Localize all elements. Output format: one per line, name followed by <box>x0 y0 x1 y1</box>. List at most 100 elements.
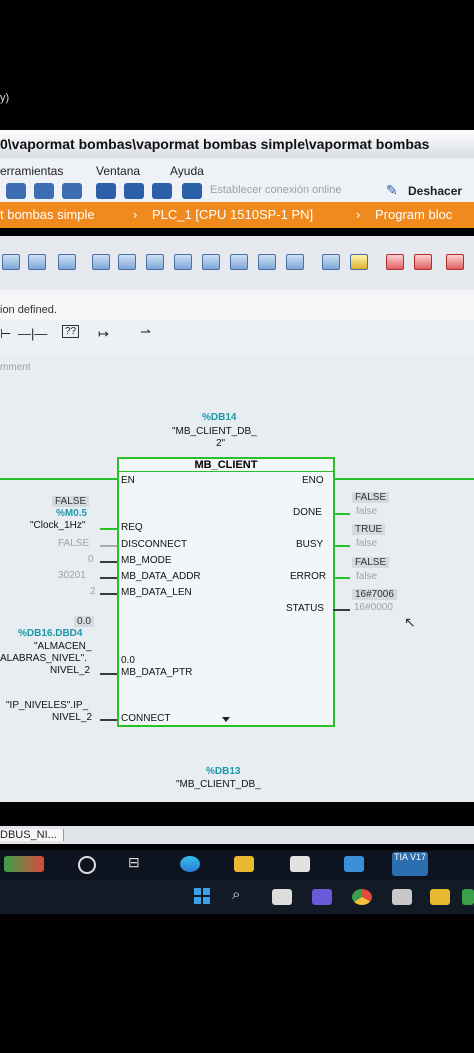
editor-tool-icon[interactable] <box>146 254 164 270</box>
edge-icon[interactable] <box>180 856 200 872</box>
tia-portal-label: TIA V17 <box>393 852 427 862</box>
ptr-address[interactable]: %DB16.DBD4 <box>18 628 82 639</box>
toolbar-icon-1[interactable] <box>6 183 26 199</box>
teams-icon[interactable] <box>312 889 332 905</box>
pin-status: STATUS <box>286 603 324 614</box>
instance-db2-address[interactable]: %DB13 <box>206 766 240 777</box>
window-title-bar: 0\vapormat bombas\vapormat bombas simple… <box>0 130 474 158</box>
widget-icon[interactable] <box>4 856 44 872</box>
pin-eno: ENO <box>302 475 324 486</box>
task-view-icon[interactable] <box>272 889 292 905</box>
expand-arrow-icon[interactable] <box>222 717 230 722</box>
editor-tool-icon[interactable] <box>202 254 220 270</box>
mb-data-len-value[interactable]: 2 <box>90 586 96 597</box>
ptr-monitor-value: 0.0 <box>74 616 94 627</box>
disconnect-value[interactable]: FALSE <box>58 538 89 549</box>
editor-tool-icon[interactable] <box>118 254 136 270</box>
done-monitor-value: FALSE <box>352 492 390 503</box>
instance-db2-name[interactable]: "MB_CLIENT_DB_ <box>176 779 261 790</box>
breadcrumb-item-project[interactable]: t bombas simple <box>0 202 95 228</box>
menu-bar: erramientas Ventana Ayuda Establecer con… <box>0 158 474 202</box>
pin-connect: CONNECT <box>121 713 171 724</box>
toolbar-icon-2[interactable] <box>34 183 54 199</box>
toolbar-icon-3[interactable] <box>62 183 82 199</box>
editor-tool-icon[interactable] <box>28 254 46 270</box>
editor-tool-icon[interactable] <box>58 254 76 270</box>
cortana-icon[interactable] <box>78 856 96 874</box>
error-monitor-value: FALSE <box>352 557 390 568</box>
edit-icon[interactable] <box>350 254 368 270</box>
status-monitor-value: 16#7006 <box>352 589 397 600</box>
editor-tool-icon[interactable] <box>258 254 276 270</box>
store-icon[interactable] <box>290 856 310 872</box>
window-title: 0\vapormat bombas\vapormat bombas simple… <box>0 136 430 152</box>
no-contact-icon[interactable]: ⊢ <box>0 326 11 342</box>
top-fragment-text: y) <box>0 92 10 104</box>
chrome-icon[interactable] <box>352 889 372 905</box>
breadcrumb-item-plc[interactable]: PLC_1 [CPU 1510SP-1 PN] <box>152 202 313 228</box>
mb-data-addr-value[interactable]: 30201 <box>58 570 86 581</box>
app-icon[interactable] <box>392 889 412 905</box>
monitor-off-icon[interactable] <box>414 254 432 270</box>
editor-tool-icon[interactable] <box>322 254 340 270</box>
req-address[interactable]: %M0.5 <box>56 508 87 519</box>
toolbar-icon-6[interactable] <box>152 183 172 199</box>
network-comment: mment <box>0 362 31 373</box>
task-view-icon[interactable]: ⊟ <box>128 854 140 871</box>
menu-ventana[interactable]: Ventana <box>96 164 140 178</box>
mail-icon[interactable] <box>344 856 364 872</box>
status-wire <box>333 609 350 611</box>
editor-tool-icon[interactable] <box>286 254 304 270</box>
req-wire <box>100 528 117 530</box>
undo-button[interactable]: Deshacer <box>408 184 462 198</box>
breadcrumb: t bombas simple › PLC_1 [CPU 1510SP-1 PN… <box>0 202 474 228</box>
busy-value[interactable]: false <box>356 538 377 549</box>
pin-done: DONE <box>293 507 322 518</box>
editor-tool-icon[interactable] <box>230 254 248 270</box>
done-wire <box>333 513 350 515</box>
breadcrumb-separator-icon: › <box>133 207 138 222</box>
mb-mode-value[interactable]: 0 <box>88 554 94 565</box>
debug-icon[interactable] <box>446 254 464 270</box>
editor-tool-icon[interactable] <box>174 254 192 270</box>
tia-portal-icon[interactable]: TIA V17 <box>392 852 428 876</box>
req-symbol[interactable]: "Clock_1Hz" <box>30 520 85 531</box>
editor-tool-icon[interactable] <box>2 254 20 270</box>
taskbar-top: ⊟ TIA V17 <box>0 850 474 880</box>
windows-start-icon[interactable] <box>194 888 210 904</box>
connect-symbol-1[interactable]: "IP_NIVELES".IP_ <box>6 700 88 711</box>
app-icon[interactable] <box>462 889 474 905</box>
breadcrumb-item-program-blocks[interactable]: Program bloc <box>375 202 452 228</box>
branch-close-icon[interactable]: ⇀ <box>140 324 151 340</box>
status-value[interactable]: 16#0000 <box>354 602 393 613</box>
file-explorer-icon[interactable] <box>234 856 254 872</box>
req-monitor-value: FALSE <box>52 496 90 507</box>
pin-mb-data-ptr: MB_DATA_PTR <box>121 667 193 678</box>
block-name: MB_CLIENT <box>194 459 258 471</box>
power-rail-right <box>333 478 474 480</box>
mb-data-ptr-wire <box>100 673 117 675</box>
search-icon[interactable]: ⌕ <box>232 886 240 903</box>
editor-tool-icon[interactable] <box>92 254 110 270</box>
menu-herramientas[interactable]: erramientas <box>0 164 63 178</box>
instance-db-address[interactable]: %DB14 <box>202 412 236 423</box>
branch-open-icon[interactable]: ↦ <box>98 326 109 342</box>
ptr-symbol-2: ALABRAS_NIVEL". <box>0 653 87 664</box>
error-value[interactable]: false <box>356 571 377 582</box>
ptr-symbol-1[interactable]: "ALMACEN_ <box>34 641 91 652</box>
pin-disconnect: DISCONNECT <box>121 539 188 550</box>
instance-db-name-1[interactable]: "MB_CLIENT_DB_ <box>172 426 257 437</box>
mb-data-addr-wire <box>100 577 117 579</box>
toolbar-icon-7[interactable] <box>182 183 202 199</box>
menu-ayuda[interactable]: Ayuda <box>170 164 204 178</box>
box-icon[interactable]: ?? <box>62 325 80 338</box>
contact-icon[interactable]: —|— <box>18 326 47 341</box>
monitor-icon[interactable] <box>386 254 404 270</box>
done-value[interactable]: false <box>356 506 377 517</box>
toolbar-icon-5[interactable] <box>124 183 144 199</box>
busy-wire <box>333 545 350 547</box>
editor-tab[interactable]: DBUS_NI... <box>0 829 64 841</box>
file-explorer-icon[interactable] <box>430 889 450 905</box>
go-online-button[interactable]: Establecer conexión online <box>210 184 341 196</box>
toolbar-icon-4[interactable] <box>96 183 116 199</box>
